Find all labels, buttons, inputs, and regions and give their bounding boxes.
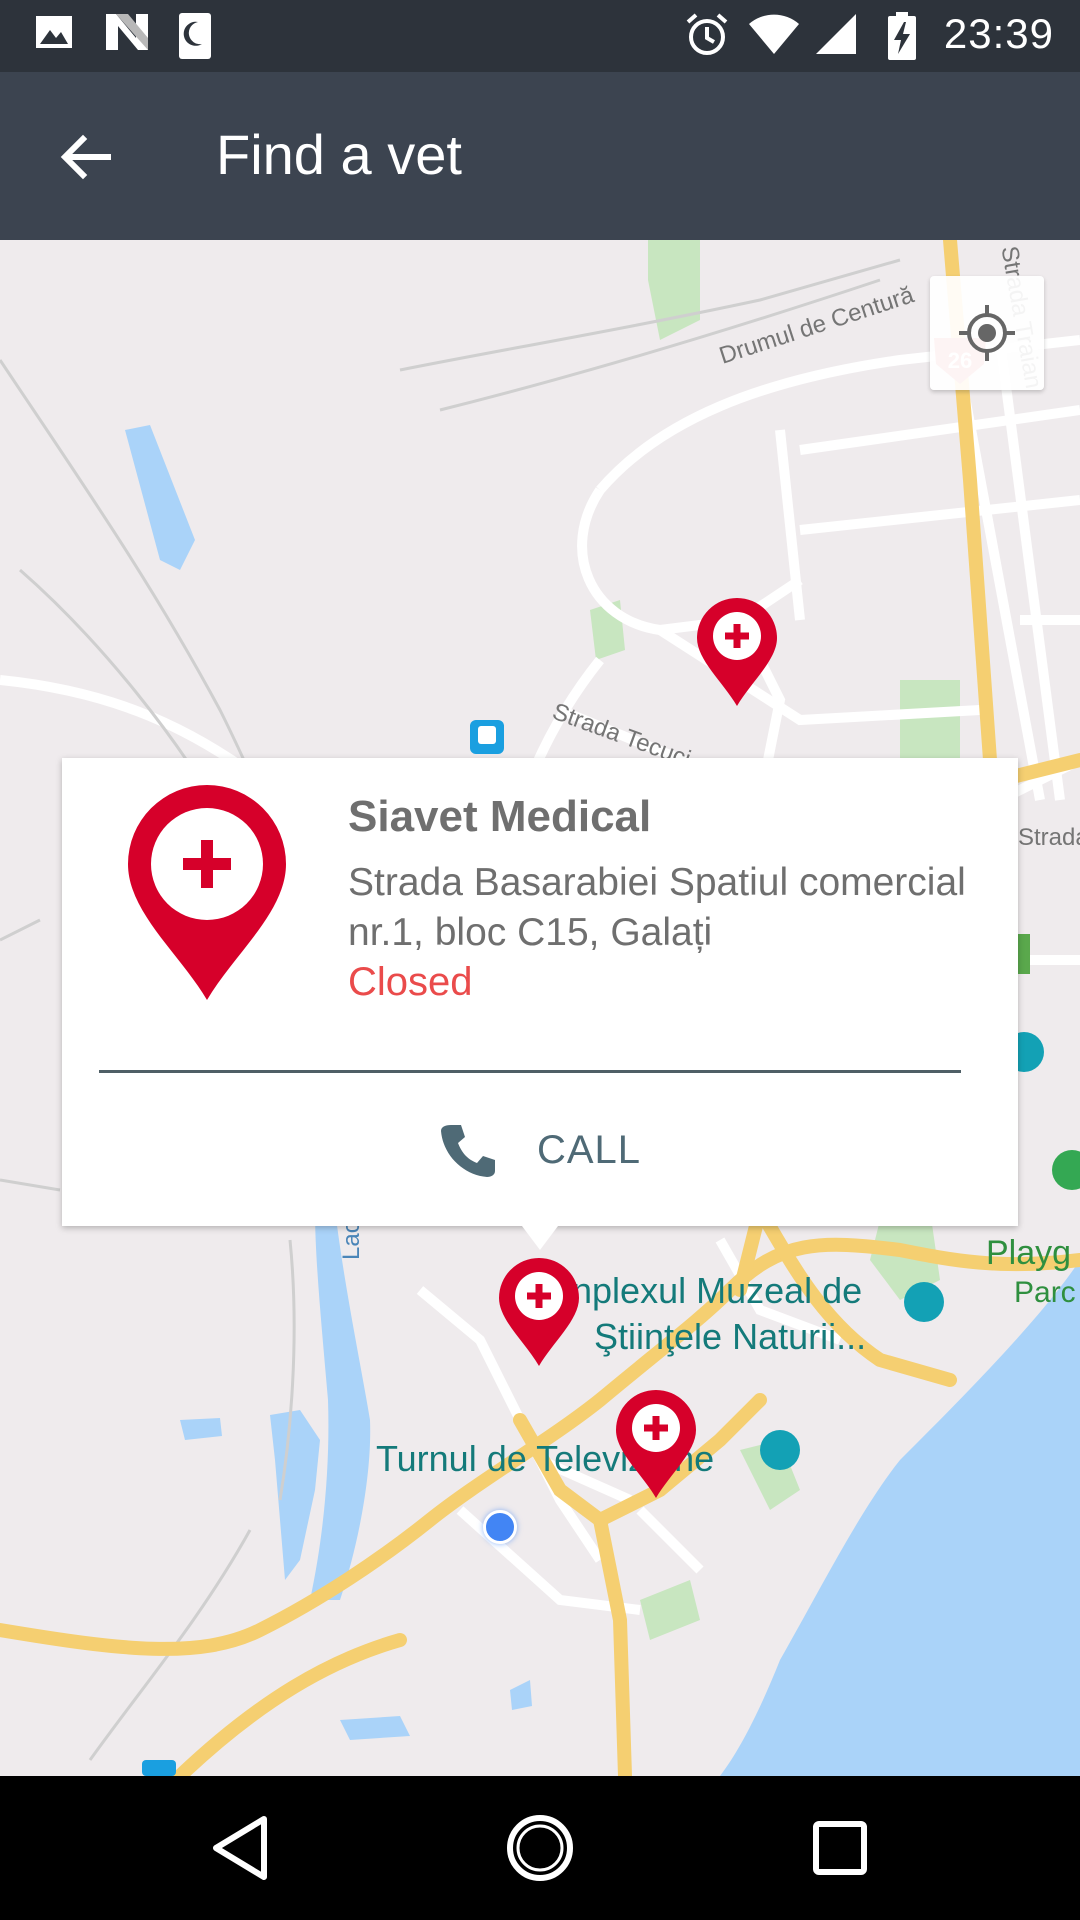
my-location-button[interactable] (930, 276, 1044, 390)
call-button[interactable]: CALL (62, 1074, 1018, 1226)
my-location-icon (959, 305, 1015, 361)
vet-pin-icon (499, 1258, 579, 1366)
poi-label-muzeu-1: nplexul Muzeal de (572, 1270, 863, 1311)
vet-marker[interactable] (497, 1256, 581, 1373)
card-divider (99, 1070, 961, 1073)
page-title: Find a vet (216, 123, 462, 186)
vet-pin-icon (697, 598, 777, 706)
nav-home-button[interactable] (490, 1798, 590, 1898)
vet-marker[interactable] (614, 1388, 698, 1505)
vet-marker[interactable] (695, 596, 779, 713)
nav-back-icon (213, 1816, 267, 1880)
n-logo-icon (104, 12, 150, 57)
poi-label-muzeu-2: Ştiinţele Naturii... (594, 1316, 867, 1357)
app-bar: Find a vet (0, 72, 1080, 240)
moon-icon (178, 12, 212, 65)
vet-name: Siavet Medical (348, 792, 652, 841)
vet-pin-icon (616, 1390, 696, 1498)
screen: 23:39 Find a vet Drumul de Centură Strad… (0, 0, 1080, 1920)
phone-icon (440, 1125, 495, 1177)
status-bar: 23:39 (0, 0, 1080, 72)
arrow-back-icon (60, 134, 111, 180)
current-location-dot (483, 1510, 517, 1544)
vet-pin-large-icon (126, 784, 288, 1007)
poi-label-playg: Playg (986, 1234, 1072, 1272)
vet-address: Strada Basarabiei Spatiul comercial nr.1… (348, 861, 966, 954)
nav-recents-icon (813, 1821, 867, 1875)
back-button[interactable] (40, 112, 130, 202)
call-label: CALL (536, 1127, 642, 1172)
navigation-bar (0, 1776, 1080, 1920)
image-icon (34, 12, 74, 57)
signal-icon (814, 12, 858, 61)
wifi-icon (748, 12, 800, 61)
alarm-icon (684, 12, 730, 63)
street-label-strada-m: Strada M (1018, 824, 1080, 851)
vet-open-status: Closed (348, 960, 473, 1004)
poi-label-parc: Parc (1014, 1276, 1076, 1309)
battery-charging-icon (888, 12, 916, 65)
nav-home-icon (507, 1815, 573, 1881)
status-time: 23:39 (943, 10, 1054, 57)
nav-recents-button[interactable] (790, 1798, 890, 1898)
vet-info-card[interactable]: Siavet Medical Strada Basarabiei Spatiul… (62, 758, 1018, 1250)
nav-back-button[interactable] (190, 1798, 290, 1898)
